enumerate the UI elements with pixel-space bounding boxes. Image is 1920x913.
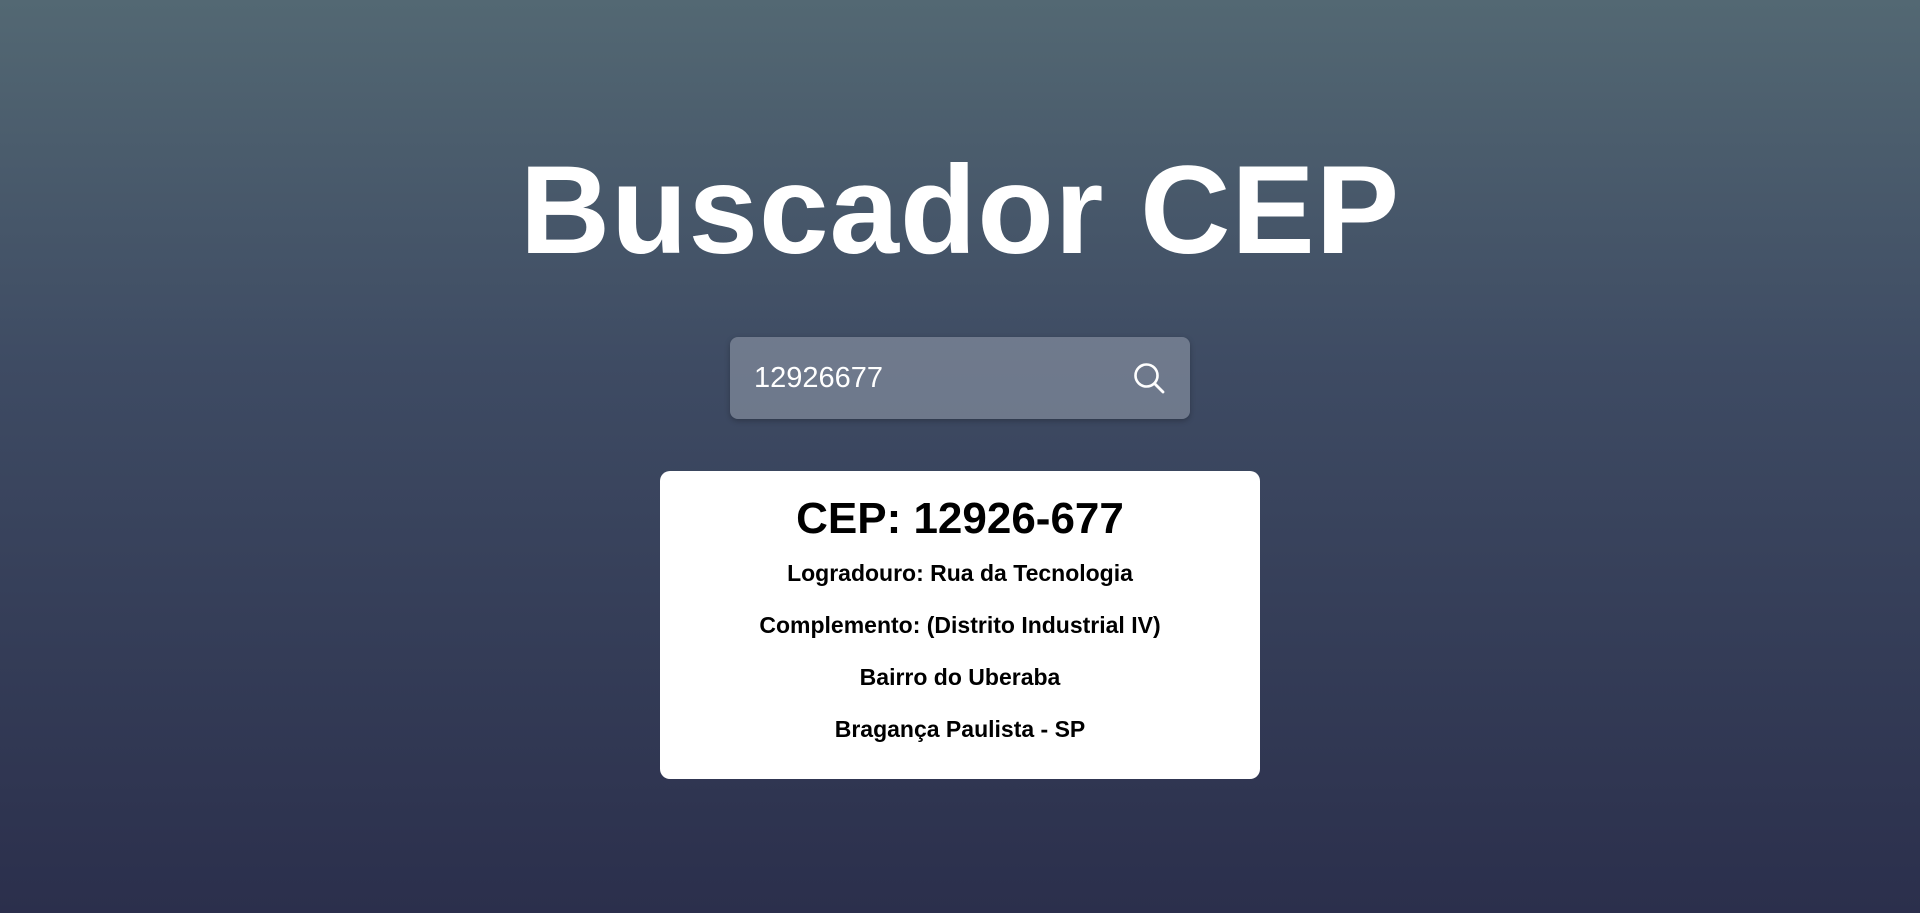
result-cidade-uf: Bragança Paulista - SP <box>834 716 1086 742</box>
result-complemento: Complemento: (Distrito Industrial IV) <box>759 612 1161 638</box>
result-cep: CEP: 12926-677 <box>796 494 1124 543</box>
search-box <box>730 337 1190 419</box>
result-bairro: Bairro do Uberaba <box>859 664 1061 690</box>
result-logradouro: Logradouro: Rua da Tecnologia <box>787 560 1133 586</box>
search-button[interactable] <box>1131 358 1166 398</box>
page-title: Buscador CEP <box>519 141 1401 280</box>
search-icon <box>1133 363 1164 394</box>
result-card: CEP: 12926-677 Logradouro: Rua da Tecnol… <box>660 471 1260 779</box>
cep-search-input[interactable] <box>754 361 1131 395</box>
page-container: Buscador CEP CEP: 12926-677 Logradouro: … <box>0 0 1920 913</box>
